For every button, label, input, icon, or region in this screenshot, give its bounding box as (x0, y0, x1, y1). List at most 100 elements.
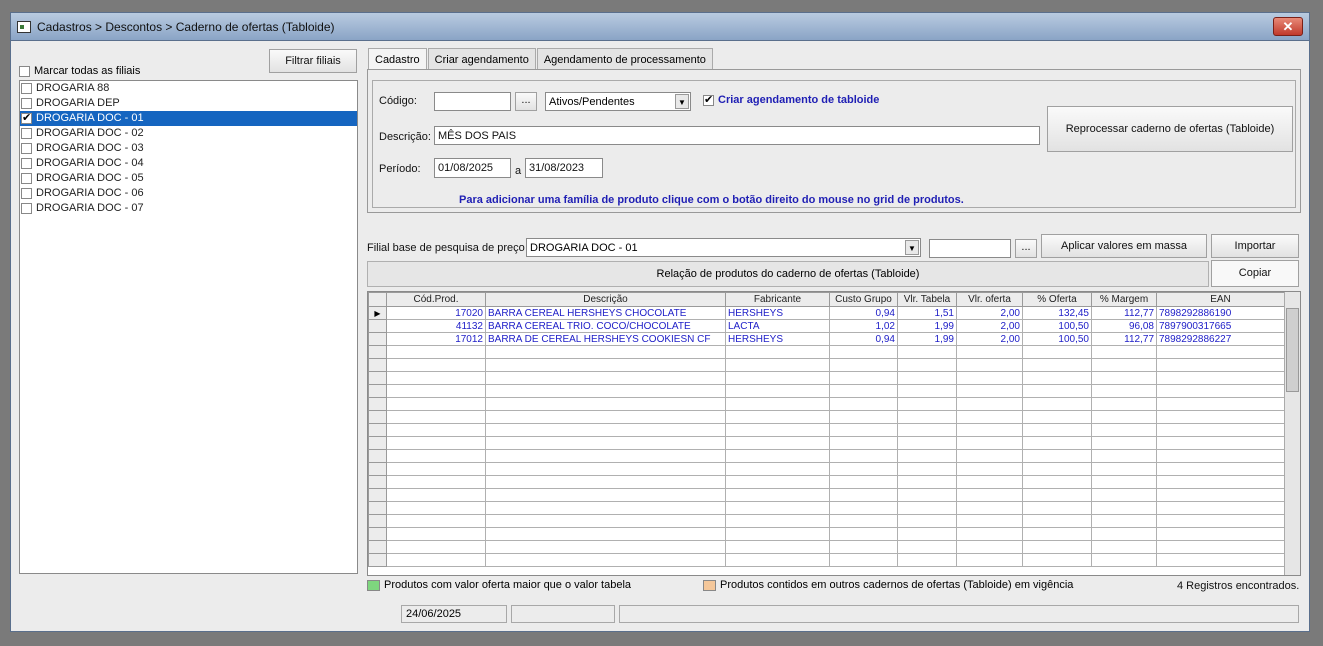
table-cell[interactable] (485, 475, 726, 489)
table-cell[interactable] (386, 397, 486, 411)
table-cell[interactable] (1156, 514, 1285, 528)
branch-list[interactable]: DROGARIA 88 DROGARIA DEP DROGARIA DOC - 01… (19, 80, 358, 574)
branch-item[interactable]: DROGARIA DOC - 03 (20, 141, 357, 156)
table-cell[interactable] (1156, 540, 1285, 554)
table-cell[interactable] (897, 397, 957, 411)
grid-column-header[interactable]: % Oferta (1022, 292, 1092, 307)
table-cell[interactable] (485, 423, 726, 437)
empty-row[interactable] (368, 501, 1285, 515)
table-cell[interactable]: HERSHEYS (725, 306, 830, 320)
reprocess-button[interactable]: Reprocessar caderno de ofertas (Tabloide… (1047, 106, 1293, 152)
table-cell[interactable] (386, 410, 486, 424)
table-cell[interactable]: 2,00 (956, 332, 1023, 346)
table-cell[interactable] (897, 345, 957, 359)
table-cell[interactable] (829, 488, 898, 502)
status-select[interactable]: Ativos/Pendentes ▼ (545, 92, 691, 111)
table-cell[interactable] (897, 488, 957, 502)
grid-column-header[interactable]: % Margem (1091, 292, 1157, 307)
branch-checkbox[interactable] (21, 157, 32, 169)
branch-item[interactable]: DROGARIA DOC - 02 (20, 126, 357, 141)
codigo-lookup-button[interactable]: ... (515, 92, 537, 111)
table-cell[interactable] (1156, 436, 1285, 450)
table-cell[interactable] (485, 410, 726, 424)
table-cell[interactable] (1091, 345, 1157, 359)
table-cell[interactable] (1156, 501, 1285, 515)
table-cell[interactable] (485, 488, 726, 502)
table-cell[interactable] (829, 371, 898, 385)
table-cell[interactable] (1091, 384, 1157, 398)
table-cell[interactable] (485, 371, 726, 385)
branch-checkbox[interactable] (21, 82, 32, 94)
branch-checkbox[interactable] (21, 187, 32, 199)
branch-item[interactable]: DROGARIA 88 (20, 81, 357, 96)
table-cell[interactable] (1156, 462, 1285, 476)
row-indicator[interactable] (368, 514, 387, 528)
empty-row[interactable] (368, 358, 1285, 372)
table-cell[interactable]: 112,77 (1091, 306, 1157, 320)
row-indicator[interactable] (368, 423, 387, 437)
table-cell[interactable] (1091, 540, 1157, 554)
table-cell[interactable] (1022, 553, 1092, 567)
table-cell[interactable] (386, 527, 486, 541)
table-cell[interactable] (956, 410, 1023, 424)
table-cell[interactable]: BARRA CEREAL TRIO. COCO/CHOCOLATE (485, 319, 726, 333)
table-cell[interactable] (956, 345, 1023, 359)
branch-item[interactable]: DROGARIA DOC - 05 (20, 171, 357, 186)
table-cell[interactable] (725, 384, 830, 398)
table-cell[interactable] (956, 475, 1023, 489)
table-cell[interactable] (386, 345, 486, 359)
table-cell[interactable]: 0,94 (829, 332, 898, 346)
table-row[interactable]: ▶ 17020 BARRA CEREAL HERSHEYS CHOCOLATE HER… (368, 306, 1285, 320)
table-cell[interactable] (1156, 371, 1285, 385)
row-indicator[interactable] (368, 475, 387, 489)
table-cell[interactable] (1091, 514, 1157, 528)
table-cell[interactable] (1091, 410, 1157, 424)
table-cell[interactable] (386, 475, 486, 489)
table-cell[interactable] (897, 384, 957, 398)
empty-row[interactable] (368, 423, 1285, 437)
table-cell[interactable] (386, 423, 486, 437)
row-indicator[interactable] (368, 410, 387, 424)
table-cell[interactable] (725, 527, 830, 541)
table-cell[interactable] (897, 514, 957, 528)
table-cell[interactable] (956, 436, 1023, 450)
table-cell[interactable] (1156, 345, 1285, 359)
table-cell[interactable] (1091, 371, 1157, 385)
table-cell[interactable] (1022, 514, 1092, 528)
empty-row[interactable] (368, 449, 1285, 463)
table-cell[interactable] (897, 501, 957, 515)
empty-row[interactable] (368, 488, 1285, 502)
table-cell[interactable] (725, 410, 830, 424)
tab-agendamento-processamento[interactable]: Agendamento de processamento (536, 48, 713, 70)
table-cell[interactable] (386, 449, 486, 463)
table-cell[interactable] (956, 462, 1023, 476)
table-cell[interactable] (1156, 488, 1285, 502)
table-row[interactable]: 41132 BARRA CEREAL TRIO. COCO/CHOCOLATE LA… (368, 319, 1285, 333)
table-cell[interactable] (1156, 475, 1285, 489)
table-cell[interactable] (1091, 553, 1157, 567)
table-cell[interactable] (485, 514, 726, 528)
table-cell[interactable] (829, 397, 898, 411)
table-cell[interactable]: 100,50 (1022, 319, 1092, 333)
row-indicator[interactable] (368, 449, 387, 463)
table-cell[interactable] (485, 449, 726, 463)
table-cell[interactable] (829, 345, 898, 359)
table-cell[interactable]: BARRA CEREAL HERSHEYS CHOCOLATE (485, 306, 726, 320)
table-cell[interactable] (829, 540, 898, 554)
table-cell[interactable] (897, 475, 957, 489)
empty-row[interactable] (368, 514, 1285, 528)
table-cell[interactable] (897, 410, 957, 424)
table-cell[interactable] (725, 423, 830, 437)
empty-row[interactable] (368, 475, 1285, 489)
table-cell[interactable] (1091, 488, 1157, 502)
table-cell[interactable] (1022, 423, 1092, 437)
table-cell[interactable] (1156, 410, 1285, 424)
table-cell[interactable] (725, 345, 830, 359)
table-cell[interactable] (1022, 397, 1092, 411)
criar-agendamento-checkbox[interactable]: Criar agendamento de tabloide (703, 93, 879, 106)
table-cell[interactable] (829, 384, 898, 398)
table-cell[interactable] (956, 488, 1023, 502)
row-indicator[interactable] (368, 527, 387, 541)
table-cell[interactable] (725, 475, 830, 489)
table-cell[interactable] (956, 553, 1023, 567)
